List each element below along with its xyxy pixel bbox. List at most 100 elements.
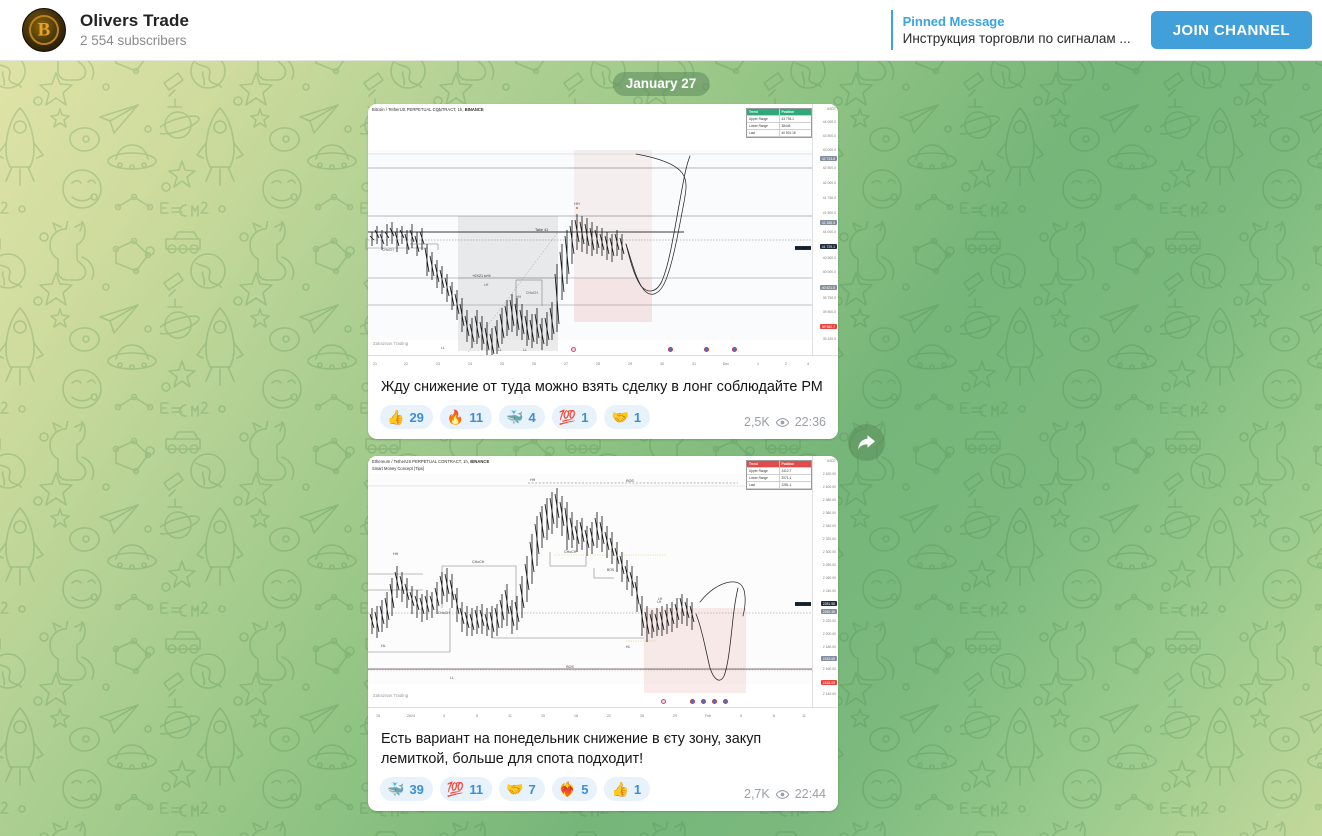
event-flag-icon[interactable] (668, 347, 673, 352)
time-tick: 29 (628, 362, 632, 366)
reaction-count: 5 (581, 781, 589, 797)
time-tick: 2024 (407, 714, 415, 718)
svg-text:HL: HL (626, 645, 630, 649)
price-tick: 2 400.00 (822, 485, 836, 489)
message-list: January 27 HH Take 41 +0X21 to% CHoCH LH… (0, 61, 1322, 836)
pinned-message[interactable]: Pinned Message Инструкция торговли по си… (890, 10, 1131, 50)
reaction-heart-on-fire[interactable]: ❤️‍🔥 5 (551, 777, 598, 801)
event-flag-icon[interactable] (732, 347, 737, 352)
event-flag-icon[interactable] (690, 699, 695, 704)
event-flag-icon[interactable] (704, 347, 709, 352)
reaction-handshake[interactable]: 🤝 1 (604, 405, 651, 429)
chart-ethereum[interactable]: BOS BOS CHoCH CHoCH CHoCH BOS HH HH HL H… (368, 456, 838, 721)
legend-cell: 2281.1 (779, 482, 811, 489)
reaction-hundred[interactable]: 💯 1 (551, 405, 598, 429)
time-tick: 2 (785, 362, 787, 366)
message-meta: 2,5K 22:36 (734, 415, 826, 429)
price-tick: 41 000.0 (822, 230, 836, 234)
price-tick: 2 420.00 (822, 472, 836, 476)
legend-row: Upper Range 43 794.1 (747, 116, 811, 123)
reaction-fire[interactable]: 🔥 11 (439, 405, 493, 429)
price-tick: 39 220.0 (822, 337, 836, 341)
svg-text:CHoCH: CHoCH (564, 550, 577, 554)
avatar[interactable]: B (22, 8, 66, 52)
reaction-hundred[interactable]: 💯 11 (439, 777, 493, 801)
time-tick: 24 (468, 362, 472, 366)
legend-cell: 2071.1 (779, 475, 811, 482)
time-tick: 27 (564, 362, 568, 366)
time-tick: 8 (773, 714, 775, 718)
legend-cell: Last (747, 482, 780, 489)
price-tick: 40 000.0 (822, 270, 836, 274)
price-tick: 2 260.00 (822, 576, 836, 580)
handshake-icon: 🤝 (611, 409, 629, 425)
time-tick: 1 (757, 362, 759, 366)
legend-head-trend: Trend (747, 461, 780, 468)
price-tick: 2 360.00 (822, 511, 836, 515)
join-channel-button[interactable]: JOIN CHANNEL (1150, 11, 1312, 49)
event-flag-icon[interactable] (701, 699, 706, 704)
message-bubble[interactable]: HH Take 41 +0X21 to% CHoCH LH HH CHoCH L… (368, 104, 838, 439)
svg-text:HH: HH (574, 202, 580, 206)
view-count: 2,5K (744, 415, 770, 429)
time-axis[interactable]: 21 22 23 24 25 26 27 28 29 30 31 Dec 1 2… (368, 355, 838, 369)
event-marker-icon[interactable] (661, 699, 666, 704)
time-tick: 22 (607, 714, 611, 718)
reaction-list: 🐳 39 💯 11 🤝 7 ❤️‍🔥 5 👍 1 (380, 777, 651, 801)
reaction-thumbs-up[interactable]: 👍 1 (604, 777, 651, 801)
legend-cell: 38445 (779, 123, 811, 130)
message-bubble[interactable]: BOS BOS CHoCH CHoCH CHoCH BOS HH HH HL H… (368, 456, 838, 811)
chart-legend: Trend Position Upper Range 2412.7 Lower … (746, 460, 812, 490)
event-flag-icon[interactable] (712, 699, 717, 704)
message-footer: 👍 29 🔥 11 🐳 4 💯 1 🤝 1 2,5K 22:36 (368, 399, 838, 439)
time-tick: 11 (508, 714, 512, 718)
price-axis[interactable]: USDT 44 000.0 43 500.0 43 000.0 42 743.8… (812, 104, 838, 369)
view-count: 2,7K (744, 787, 770, 801)
message-meta: 2,7K 22:44 (734, 787, 826, 801)
forward-button[interactable] (848, 424, 885, 461)
reaction-thumbs-up[interactable]: 👍 29 (380, 405, 433, 429)
time-tick: 15 (541, 714, 545, 718)
chart-bitcoin[interactable]: HH Take 41 +0X21 to% CHoCH LH HH CHoCH L… (368, 104, 838, 369)
reaction-count: 1 (633, 409, 642, 425)
price-tick: 44 000.0 (822, 120, 836, 124)
reaction-whale[interactable]: 🐳 39 (380, 777, 433, 801)
price-tick: 2 380.00 (822, 498, 836, 502)
reaction-handshake[interactable]: 🤝 7 (499, 777, 545, 801)
time-tick: 11 (802, 714, 806, 718)
price-tick: 2 340.00 (822, 524, 836, 528)
reaction-whale[interactable]: 🐳 4 (499, 405, 545, 429)
price-tick: 41 750.0 (822, 196, 836, 200)
event-marker-icon[interactable] (571, 347, 576, 352)
legend-header: Trend Position (747, 461, 811, 468)
time-tick: 22 (404, 362, 408, 366)
message-text: Есть вариант на понедельник снижение в є… (381, 731, 762, 767)
price-axis[interactable]: USDT 2 420.00 2 400.00 2 380.00 2 360.00… (812, 456, 838, 721)
price-tick: USDT (826, 459, 836, 463)
svg-text:Take 41: Take 41 (535, 228, 548, 232)
time-tick: 4 (443, 714, 445, 718)
pinned-text: Инструкция торговли по сигналам ... (902, 30, 1131, 46)
time-tick: Feb (704, 714, 712, 718)
reaction-list: 👍 29 🔥 11 🐳 4 💯 1 🤝 1 (380, 405, 651, 429)
reaction-count: 11 (469, 781, 484, 797)
time-tick: 5 (740, 714, 742, 718)
time-axis[interactable]: 15 2024 4 8 11 15 18 22 25 29 Feb 5 8 11 (368, 707, 838, 721)
message-time: 22:36 (794, 415, 826, 429)
price-tick: 2 280.00 (822, 563, 836, 567)
symbol-badge: ETHUSDTP (794, 602, 811, 606)
price-tick: 42 000.0 (822, 181, 836, 185)
message-footer: 🐳 39 💯 11 🤝 7 ❤️‍🔥 5 👍 1 (368, 771, 838, 811)
reaction-count: 29 (409, 409, 424, 425)
price-tick: 2 220.00 (822, 619, 836, 623)
fire-icon: 🔥 (446, 409, 465, 425)
event-flag-icon[interactable] (723, 699, 728, 704)
legend-row: Lower Range 2071.1 (747, 475, 811, 482)
price-tick: 2 240.00 (822, 589, 836, 593)
time-tick: 26 (532, 362, 536, 366)
price-tick: 43 000.0 (822, 148, 836, 152)
chart-title: Bitcoin / TetherUS PERPETUAL CONTRACT, 1… (372, 107, 484, 112)
bitcoin-symbol: B (37, 19, 51, 41)
price-tag-alert: 39 562.7 (819, 324, 837, 329)
reaction-count: 1 (633, 781, 642, 797)
